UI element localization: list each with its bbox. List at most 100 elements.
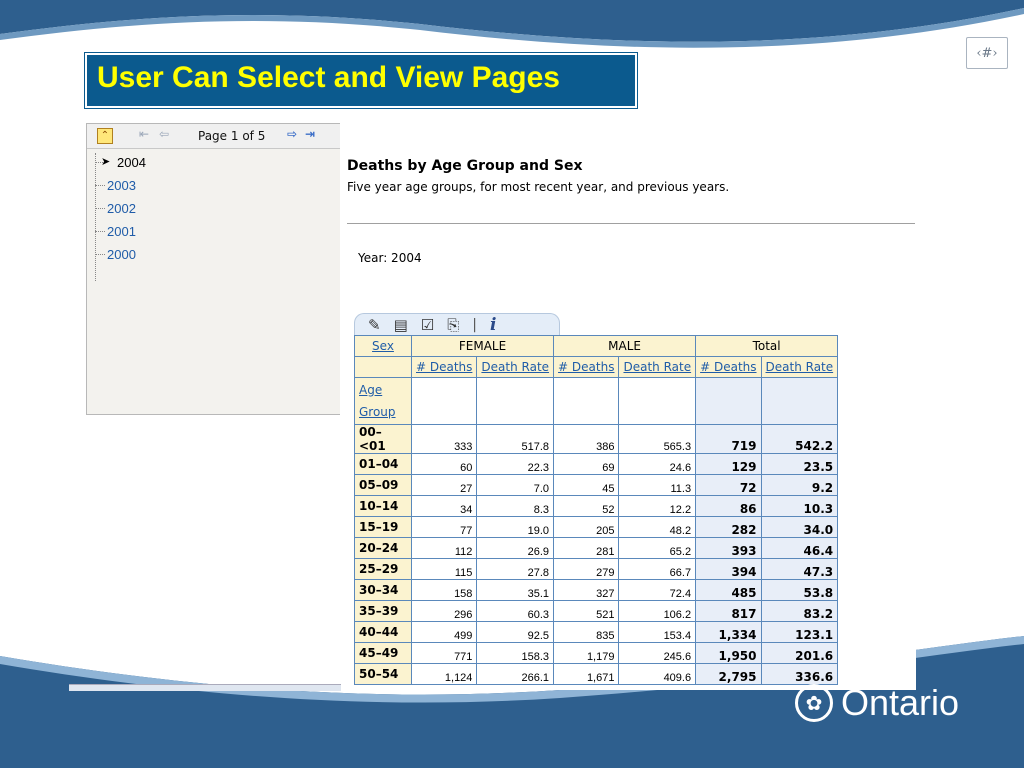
table-row: 35–39 296 60.3 521 106.2 817 83.2 <box>354 600 839 622</box>
title-banner: User Can Select and View Pages <box>85 53 637 108</box>
tree-item-2004[interactable]: ➤ 2004 <box>87 151 341 174</box>
table-cell: 66.7 <box>618 558 697 580</box>
table-cell: 27 <box>410 474 478 496</box>
table-cell: 86 <box>695 495 762 517</box>
table-cell: 565.3 <box>618 424 697 454</box>
table-cell: 52 <box>553 495 620 517</box>
table-row: 25–29 115 27.8 279 66.7 394 47.3 <box>354 558 839 580</box>
table-cell: 83.2 <box>760 600 839 622</box>
table-cell: 72.4 <box>618 579 697 601</box>
table-row: 30–34 158 35.1 327 72.4 485 53.8 <box>354 579 839 601</box>
table-cell: 47.3 <box>760 558 839 580</box>
table-cell: 521 <box>553 600 620 622</box>
table-cell: 65.2 <box>618 537 697 559</box>
toolbar-separator: | <box>472 316 477 333</box>
table-cell: 123.1 <box>760 621 839 643</box>
table-cell: 60.3 <box>476 600 555 622</box>
table-row: 45–49 771 158.3 1,179 245.6 1,950 201.6 <box>354 642 839 664</box>
checklist-icon[interactable]: ☑ <box>421 316 434 334</box>
tree-item-label: 2002 <box>107 201 136 216</box>
format-icon[interactable]: ▤ <box>394 316 408 334</box>
table-cell: 34 <box>410 495 478 517</box>
table-cell: 499 <box>410 621 478 643</box>
tree-item-label: 2003 <box>107 178 136 193</box>
table-cell: 333 <box>410 424 478 454</box>
age-group-header[interactable]: Age Group <box>354 377 412 425</box>
table-toolbar: ✎ ▤ ☑ ⎘ | i <box>354 313 560 335</box>
brand-name: Ontario <box>841 682 960 723</box>
tree-item-label: 2001 <box>107 224 136 239</box>
previous-page-icon[interactable]: ⇦ <box>159 127 169 141</box>
table-cell: 281 <box>553 537 620 559</box>
table-cell: 158 <box>410 579 478 601</box>
male-header: MALE <box>553 335 697 357</box>
column-header[interactable]: # Deaths <box>553 356 620 378</box>
table-cell: 409.6 <box>618 663 697 685</box>
table-cell: 112 <box>410 537 478 559</box>
export-icon[interactable]: ⎘ <box>447 316 459 334</box>
table-cell: 45 <box>553 474 620 496</box>
table-row: 00–<01 333 517.8 386 565.3 719 542.2 <box>354 424 839 454</box>
column-header[interactable]: Death Rate <box>618 356 697 378</box>
tree-item-2003[interactable]: 2003 <box>87 174 341 197</box>
female-header: FEMALE <box>410 335 555 357</box>
table-row: 10–14 34 8.3 52 12.2 86 10.3 <box>354 495 839 517</box>
table-cell: 327 <box>553 579 620 601</box>
table-cell: 201.6 <box>760 642 839 664</box>
selected-arrow-icon: ➤ <box>101 156 111 168</box>
report-subtitle: Five year age groups, for most recent ye… <box>347 180 730 194</box>
table-cell: 12.2 <box>618 495 697 517</box>
tree-item-2000[interactable]: 2000 <box>87 243 341 266</box>
tree-item-2002[interactable]: 2002 <box>87 197 341 220</box>
info-icon[interactable]: i <box>490 315 496 335</box>
next-page-icon[interactable]: ⇨ <box>287 127 297 141</box>
age-group-label: 40–44 <box>354 621 412 643</box>
total-header: Total <box>695 335 839 357</box>
age-group-label: 45–49 <box>354 642 412 664</box>
collapse-icon[interactable]: ⌃ <box>97 128 113 144</box>
age-group-label: 00–<01 <box>354 424 412 454</box>
table-cell: 1,334 <box>695 621 762 643</box>
age-group-label: 30–34 <box>354 579 412 601</box>
table-row: 20–24 112 26.9 281 65.2 393 46.4 <box>354 537 839 559</box>
table-cell: 394 <box>695 558 762 580</box>
table-cell: 153.4 <box>618 621 697 643</box>
column-header[interactable]: # Deaths <box>695 356 762 378</box>
sex-header[interactable]: Sex <box>354 335 412 357</box>
table-cell: 11.3 <box>618 474 697 496</box>
table-row: 15–19 77 19.0 205 48.2 282 34.0 <box>354 516 839 538</box>
table-cell: 69 <box>553 453 620 475</box>
first-page-icon[interactable]: ⇤ <box>139 127 149 141</box>
table-cell: 1,124 <box>410 663 478 685</box>
table-cell: 245.6 <box>618 642 697 664</box>
edit-icon[interactable]: ✎ <box>368 316 381 334</box>
table-cell: 22.3 <box>476 453 555 475</box>
last-page-icon[interactable]: ⇥ <box>305 127 315 141</box>
table-cell: 34.0 <box>760 516 839 538</box>
column-header[interactable]: Death Rate <box>476 356 555 378</box>
tree-item-2001[interactable]: 2001 <box>87 220 341 243</box>
year-label: Year: 2004 <box>358 251 422 265</box>
table-cell: 1,671 <box>553 663 620 685</box>
age-group-label: 01–04 <box>354 453 412 475</box>
table-cell: 393 <box>695 537 762 559</box>
table-cell: 60 <box>410 453 478 475</box>
horizontal-scrollbar[interactable] <box>69 684 341 691</box>
divider <box>347 223 915 224</box>
table-cell: 24.6 <box>618 453 697 475</box>
column-header[interactable]: Death Rate <box>760 356 839 378</box>
table-row: 50–54 1,124 266.1 1,671 409.6 2,795 336.6 <box>354 663 839 685</box>
trillium-icon: ✿ <box>795 684 833 722</box>
table-cell: 517.8 <box>476 424 555 454</box>
page-indicator: Page 1 of 5 <box>198 129 266 143</box>
report-content: Deaths by Age Group and Sex Five year ag… <box>340 123 916 690</box>
table-cell: 9.2 <box>760 474 839 496</box>
table-cell: 386 <box>553 424 620 454</box>
table-cell: 48.2 <box>618 516 697 538</box>
age-group-label: 25–29 <box>354 558 412 580</box>
table-cell: 106.2 <box>618 600 697 622</box>
column-header[interactable]: # Deaths <box>410 356 478 378</box>
slide-number: ‹#› <box>966 37 1008 69</box>
age-group-label: 35–39 <box>354 600 412 622</box>
table-cell: 817 <box>695 600 762 622</box>
